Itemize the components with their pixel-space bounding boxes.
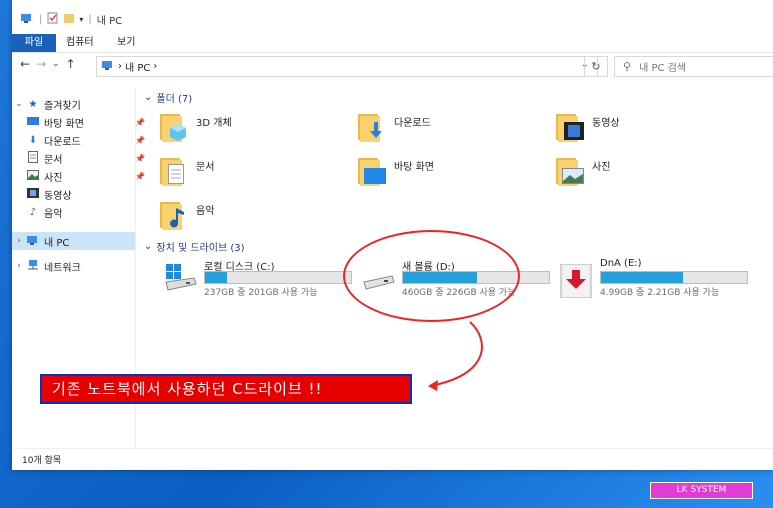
- forward-arrow-icon[interactable]: →: [36, 57, 46, 71]
- recent-locations-chevron-icon[interactable]: ⌄: [52, 59, 60, 71]
- window-title: 내 PC: [96, 16, 123, 27]
- windows-drive-icon: [164, 264, 198, 292]
- videos-folder-icon: [554, 110, 586, 142]
- desktop-folder-icon: [356, 154, 388, 186]
- collapse-chevron-icon[interactable]: ⌄: [144, 92, 152, 103]
- folders-group-header[interactable]: ⌄ 폴더 (7): [144, 90, 192, 105]
- back-arrow-icon[interactable]: ←: [20, 57, 30, 71]
- sidebar-item-downloads[interactable]: ⬇ 다운로드 📌: [12, 131, 149, 149]
- sidebar-item-this-pc[interactable]: › 내 PC: [12, 232, 135, 250]
- downloads-folder-icon: [356, 110, 388, 142]
- sidebar-item-network[interactable]: › 네트워크: [12, 257, 135, 275]
- sidebar-favorites[interactable]: ⌄ ★ 즐겨찾기: [12, 95, 135, 113]
- refresh-icon: ↻: [591, 60, 601, 73]
- drive-usage-bar: [600, 271, 748, 284]
- star-icon: ★: [28, 98, 38, 110]
- pictures-folder-icon: [554, 154, 586, 186]
- sidebar-item-pictures[interactable]: 사진 📌: [12, 167, 149, 185]
- drives-group-header[interactable]: ⌄ 장치 및 드라이브 (3): [144, 239, 245, 254]
- this-pc-icon: [101, 59, 115, 74]
- documents-folder-icon: [158, 154, 190, 186]
- sidebar-item-music[interactable]: ♪ 음악: [12, 203, 149, 221]
- item-count: 10개 항목: [22, 456, 62, 466]
- up-arrow-icon[interactable]: ↑: [66, 57, 76, 71]
- new-folder-icon[interactable]: [63, 12, 75, 27]
- this-pc-icon: [20, 12, 34, 27]
- tab-computer[interactable]: 컴퓨터: [56, 34, 104, 52]
- collapse-chevron-icon[interactable]: ⌄: [144, 241, 152, 252]
- desktop-icon: [26, 116, 40, 129]
- chevron-down-icon[interactable]: ▾: [79, 15, 83, 24]
- search-icon: ⚲: [623, 60, 632, 73]
- video-icon: [26, 187, 40, 201]
- navigation-bar: ← → ⌄ ↑ › 내 PC › ⌄ ↻ ⚲ 내 PC 검색: [12, 53, 773, 79]
- folder-3d-objects[interactable]: 3D 개체: [158, 110, 348, 150]
- pictures-icon: [26, 169, 40, 183]
- folder-desktop[interactable]: 바탕 화면: [356, 154, 546, 194]
- breadcrumb-this-pc[interactable]: 내 PC: [125, 59, 150, 74]
- title-bar: | ▾ | 내 PC: [12, 0, 773, 34]
- sidebar-item-videos[interactable]: 동영상: [12, 185, 149, 203]
- music-icon: ♪: [29, 206, 37, 218]
- download-icon: ⬇: [28, 134, 38, 146]
- tab-file[interactable]: 파일: [12, 34, 56, 52]
- document-icon: [26, 150, 40, 166]
- ribbon: 파일 컴퓨터 보기: [12, 34, 773, 53]
- search-box[interactable]: ⚲ 내 PC 검색: [614, 56, 773, 77]
- 3d-objects-folder-icon: [158, 110, 190, 142]
- expand-chevron-icon[interactable]: ›: [12, 236, 26, 246]
- drive-e[interactable]: DnA (E:) 4.99GB 중 2.21GB 사용 가능: [560, 258, 750, 300]
- folder-documents[interactable]: 문서: [158, 154, 348, 194]
- sidebar-item-desktop[interactable]: 바탕 화면 📌: [12, 113, 149, 131]
- drive-c[interactable]: 로컬 디스크 (C:) 237GB 중 201GB 사용 가능: [164, 258, 354, 300]
- search-placeholder: 내 PC 검색: [639, 63, 687, 74]
- tab-view[interactable]: 보기: [107, 34, 145, 52]
- status-bar: 10개 항목: [12, 448, 773, 470]
- music-folder-icon: [158, 198, 190, 230]
- sidebar-item-documents[interactable]: 문서 📌: [12, 149, 149, 167]
- drive-usage-bar: [204, 271, 352, 284]
- properties-icon[interactable]: [47, 12, 59, 27]
- network-icon: [26, 259, 40, 274]
- expand-chevron-icon[interactable]: ⌄: [12, 99, 26, 109]
- annotation-label: 기존 노트북에서 사용하던 C드라이브 !!: [40, 374, 412, 404]
- folder-downloads[interactable]: 다운로드: [356, 110, 546, 150]
- usb-drive-icon: [560, 263, 594, 299]
- folder-videos[interactable]: 동영상: [554, 110, 744, 150]
- expand-chevron-icon[interactable]: ›: [12, 261, 26, 271]
- address-bar[interactable]: › 내 PC › ⌄: [96, 56, 598, 77]
- folder-pictures[interactable]: 사진: [554, 154, 744, 194]
- quick-access-toolbar: | ▾ | 내 PC: [20, 12, 122, 27]
- folder-music[interactable]: 음악: [158, 198, 348, 238]
- annotation-circle: [343, 230, 520, 322]
- refresh-button[interactable]: ↻: [584, 56, 608, 77]
- company-logo: LK SYSTEM: [650, 482, 753, 499]
- this-pc-icon: [26, 234, 40, 249]
